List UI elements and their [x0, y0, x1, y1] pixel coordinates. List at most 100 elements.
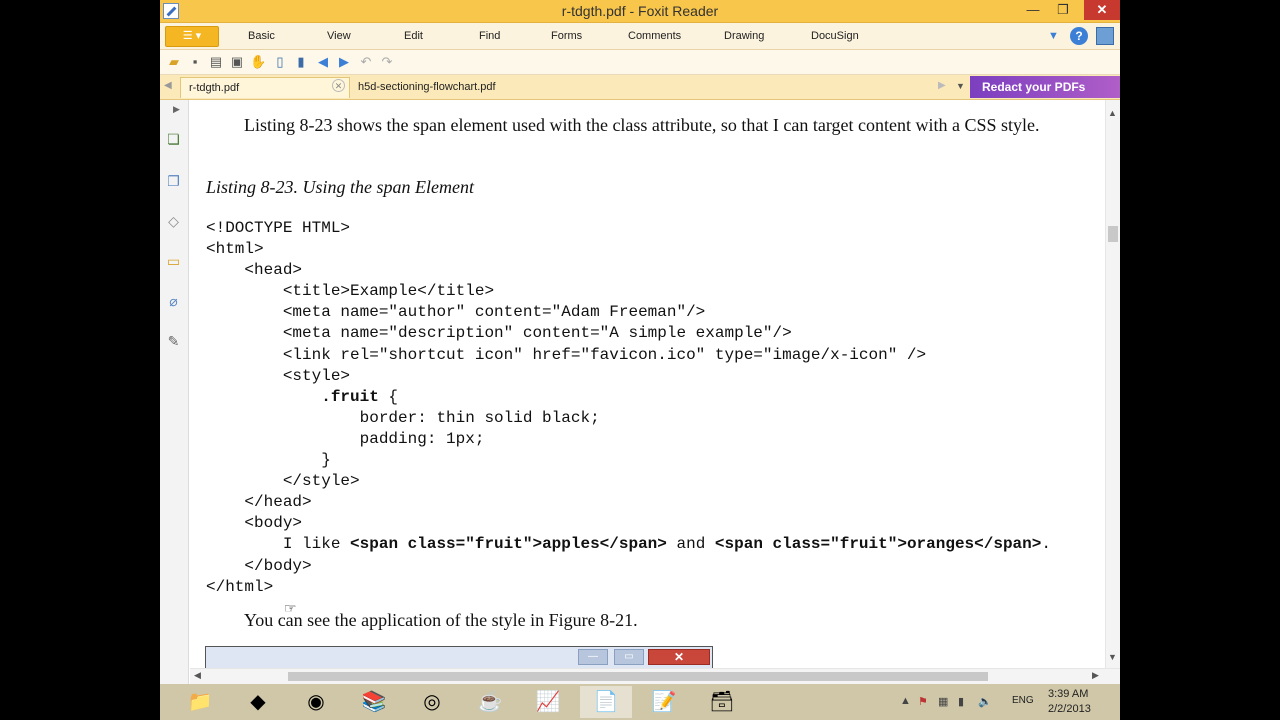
code-line: <meta name="description" content="A simp…	[206, 324, 792, 343]
document-page: Listing 8-23 shows the span element used…	[190, 100, 1105, 668]
code-line: .fruit {	[321, 387, 399, 406]
window-title: r-tdgth.pdf - Foxit Reader	[561, 3, 719, 19]
code-line: </html>	[206, 577, 274, 596]
action-center-icon[interactable]: ⚑	[918, 695, 928, 708]
maximize-button[interactable]: ❐	[1048, 0, 1078, 20]
back-arrow-icon[interactable]: ◀	[315, 54, 331, 70]
scroll-up-icon[interactable]: ▲	[1108, 108, 1117, 118]
code-line: padding: 1px;	[206, 429, 485, 448]
doc-tab-label: h5d-sectioning-flowchart.pdf	[358, 81, 496, 93]
figure-maximize-icon: ▭	[614, 649, 644, 665]
visual-studio-icon[interactable]: ◆	[232, 686, 284, 718]
pages-icon[interactable]: ❏	[165, 130, 182, 149]
hand-tool-icon[interactable]: ✋	[250, 54, 266, 70]
tray-expand-icon[interactable]: ▲	[900, 695, 911, 707]
open-folder-icon[interactable]: ▰	[166, 54, 182, 70]
signal-icon[interactable]: ▮	[958, 695, 964, 708]
tab-docusign[interactable]: DocuSign	[811, 30, 859, 42]
code-line: <!DOCTYPE HTML>	[206, 219, 351, 237]
volume-icon[interactable]: 🔈	[978, 695, 992, 708]
snapshot-icon[interactable]: ▮	[293, 54, 309, 70]
listing-caption: Listing 8-23. Using the span Element	[206, 177, 474, 197]
close-tab-icon[interactable]: ✕	[332, 79, 345, 92]
scroll-down-icon[interactable]: ▼	[1108, 652, 1117, 662]
tab-drawing[interactable]: Drawing	[724, 30, 764, 42]
doc-tab-active[interactable]: r-tdgth.pdf	[180, 77, 350, 98]
code-line: border: thin solid black;	[206, 408, 600, 427]
taskbar: 📁 ◆ ◉ 📚 ◎ ☕ 📈 📄 📝 🗃 ▲ ⚑ ▦ ▮ 🔈 ENG 3:39 AM 2/2/201…	[160, 684, 1120, 720]
app-menu-button[interactable]: ☰ ▾	[165, 26, 219, 47]
undo-icon[interactable]: ↶	[358, 54, 374, 70]
scroll-thumb[interactable]	[1108, 226, 1118, 242]
expand-panel-icon[interactable]: ▶	[173, 104, 180, 115]
bookmarks-icon[interactable]: ❐	[165, 172, 182, 191]
side-navigation-panel: ▶ ❏ ❐ ◇ ▭ ⌀ ✎	[160, 100, 189, 684]
horizontal-scrollbar[interactable]: ◀ ▶	[190, 668, 1120, 684]
scroll-right-icon[interactable]: ▶	[1092, 670, 1099, 681]
notepad-green-icon[interactable]: 📝	[638, 686, 690, 718]
forward-arrow-icon[interactable]: ▶	[336, 54, 352, 70]
print-preview-icon[interactable]: ▣	[229, 54, 245, 70]
quick-access-toolbar: ▰ ▪ ▤ ▣ ✋ ▯ ▮ ◀ ▶ ↶ ↷	[160, 50, 1120, 75]
layers-icon[interactable]: ◇	[165, 212, 182, 231]
code-line: <body>	[206, 514, 303, 533]
document-tab-bar: ◀ r-tdgth.pdf ✕ h5d-sectioning-flowchart…	[160, 75, 1120, 100]
language-indicator[interactable]: ENG	[1012, 695, 1034, 706]
doc-tab[interactable]: h5d-sectioning-flowchart.pdf	[358, 77, 528, 98]
chevron-right-icon[interactable]: ▶	[938, 80, 946, 91]
code-line: <link rel="shortcut icon" href="favicon.…	[206, 345, 927, 364]
body-paragraph: You can see the application of the style…	[244, 610, 638, 630]
code-line: </head>	[206, 493, 312, 512]
code-line: <head>	[206, 261, 303, 280]
redo-icon[interactable]: ↷	[379, 54, 395, 70]
close-button[interactable]: ✕	[1084, 0, 1120, 20]
clock-time[interactable]: 3:39 AM	[1048, 688, 1088, 700]
scroll-left-icon[interactable]: ◀	[194, 670, 201, 681]
tab-basic[interactable]: Basic	[248, 30, 275, 42]
chevron-down-icon[interactable]: ▼	[1048, 30, 1059, 42]
save-icon[interactable]: ▪	[187, 54, 203, 70]
java-icon[interactable]: ☕	[464, 686, 516, 718]
browser-globe-icon[interactable]: ◉	[290, 686, 342, 718]
title-bar: r-tdgth.pdf - Foxit Reader — ❐ ✕	[160, 0, 1120, 23]
foxit-reader-window: r-tdgth.pdf - Foxit Reader — ❐ ✕ ☰ ▾ Bas…	[160, 0, 1120, 720]
layout-icon[interactable]	[1096, 27, 1114, 45]
code-line: <title>Example</title>	[206, 282, 495, 301]
code-line: </body>	[206, 556, 312, 575]
doc-tab-label: r-tdgth.pdf	[189, 82, 240, 94]
foxit-reader-icon[interactable]: 📄	[580, 686, 632, 718]
tab-find[interactable]: Find	[479, 30, 500, 42]
tab-view[interactable]: View	[327, 30, 351, 42]
code-listing: <!DOCTYPE HTML> <html> <head> <title>Exam…	[206, 218, 1051, 598]
tab-forms[interactable]: Forms	[551, 30, 582, 42]
archive-icon[interactable]: 🗃	[696, 686, 748, 718]
signature-icon[interactable]: ✎	[165, 332, 182, 351]
select-text-icon[interactable]: ▯	[272, 54, 288, 70]
help-icon[interactable]: ?	[1070, 27, 1088, 45]
comments-icon[interactable]: ▭	[165, 252, 182, 271]
figure-close-icon: ✕	[648, 649, 710, 665]
body-paragraph: Listing 8-23 shows the span element used…	[244, 115, 1040, 135]
vertical-scrollbar[interactable]: ▲ ▼	[1105, 100, 1120, 668]
code-line: <style>	[206, 366, 351, 385]
mouse-cursor-icon: ☞	[284, 600, 297, 616]
scroll-thumb[interactable]	[288, 672, 988, 681]
minimize-button[interactable]: —	[1018, 0, 1048, 20]
code-line: <meta name="author" content="Adam Freema…	[206, 303, 706, 322]
network-icon[interactable]: ▦	[938, 695, 948, 708]
books-icon[interactable]: 📚	[348, 686, 400, 718]
notepad-chart-icon[interactable]: 📈	[522, 686, 574, 718]
tab-edit[interactable]: Edit	[404, 30, 423, 42]
clock-date[interactable]: 2/2/2013	[1048, 703, 1091, 715]
file-explorer-icon[interactable]: 📁	[174, 686, 226, 718]
chevron-left-icon[interactable]: ◀	[164, 80, 172, 91]
system-tray: ▲ ⚑ ▦ ▮ 🔈 ENG 3:39 AM 2/2/2013	[898, 684, 1120, 720]
tab-comments[interactable]: Comments	[628, 30, 681, 42]
print-icon[interactable]: ▤	[208, 54, 224, 70]
chrome-icon[interactable]: ◎	[406, 686, 458, 718]
redact-banner[interactable]: Redact your PDFs	[970, 76, 1120, 98]
chevron-down-icon[interactable]: ▼	[956, 81, 965, 91]
code-line: <html>	[206, 240, 264, 259]
ribbon-tab-bar: ☰ ▾ Basic View Edit Find Forms Comments …	[160, 23, 1120, 50]
attachment-icon[interactable]: ⌀	[165, 292, 182, 311]
